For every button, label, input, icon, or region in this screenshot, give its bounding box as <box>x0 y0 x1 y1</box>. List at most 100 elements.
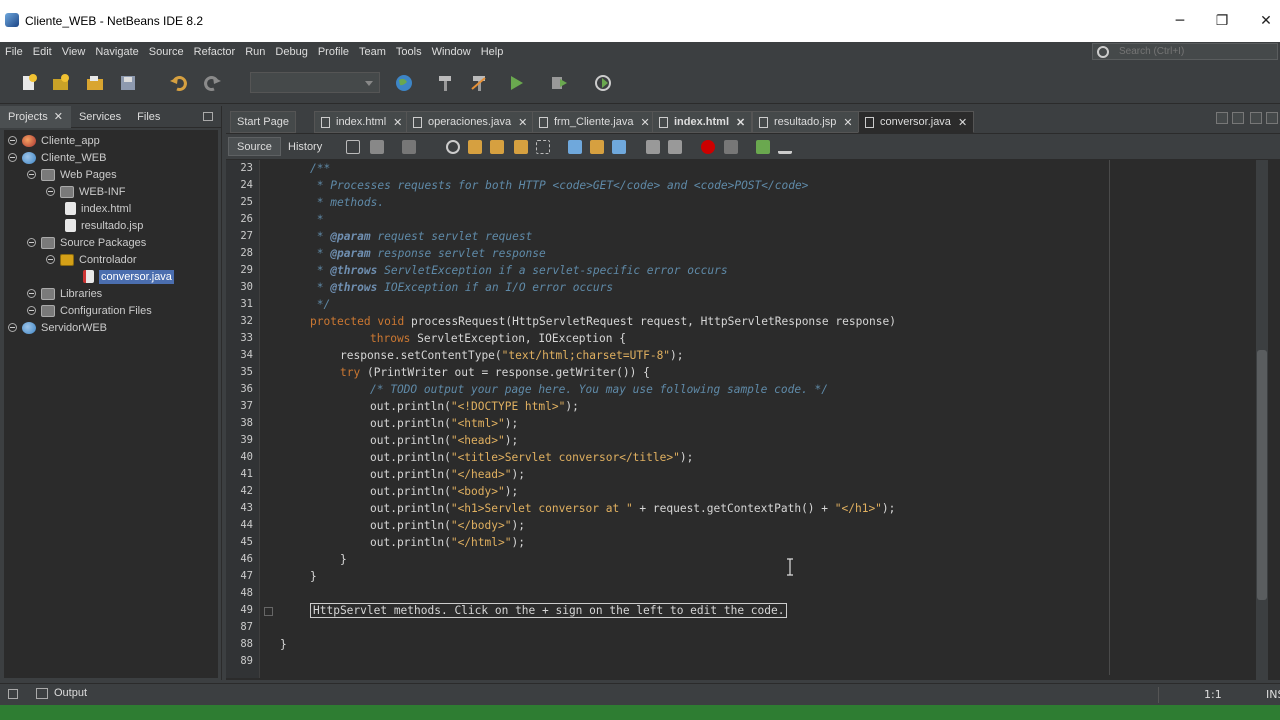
expand-toggle-icon[interactable] <box>8 153 17 162</box>
save-all-icon[interactable] <box>117 72 139 94</box>
close-tab-icon[interactable]: ✕ <box>518 116 527 129</box>
find-next-icon[interactable] <box>490 140 504 154</box>
new-file-icon[interactable] <box>18 72 40 94</box>
expand-toggle-icon[interactable] <box>27 238 36 247</box>
toggle-bookmark-icon[interactable] <box>612 140 626 154</box>
tab-index-html[interactable]: index.html ✕ <box>314 111 410 133</box>
tree-node[interactable]: Source Packages <box>27 234 146 251</box>
find-icon[interactable] <box>446 140 460 154</box>
find-previous-icon[interactable] <box>468 140 482 154</box>
redo-icon[interactable] <box>201 72 223 94</box>
minimize-panel-icon[interactable] <box>203 112 213 121</box>
shift-right-icon[interactable] <box>668 140 682 154</box>
tab-frm-cliente-java[interactable]: frm_Cliente.java ✕ <box>532 111 657 133</box>
configuration-dropdown[interactable] <box>250 72 380 93</box>
close-tab-icon[interactable]: ✕ <box>958 116 967 129</box>
scroll-thumb[interactable] <box>1257 350 1267 600</box>
collapsed-fold-box[interactable]: HttpServlet methods. Click on the + sign… <box>310 603 788 618</box>
tree-node[interactable]: Libraries <box>27 285 102 302</box>
code-token: "<html>" <box>450 417 505 430</box>
source-view-button[interactable]: Source <box>228 137 281 156</box>
previous-bookmark-icon[interactable] <box>568 140 582 154</box>
tree-node[interactable]: Controlador <box>46 251 136 268</box>
tab-projects[interactable]: Projects ✕ <box>0 105 71 128</box>
menu-window[interactable]: Window <box>427 46 476 58</box>
tree-node[interactable]: ServidorWEB <box>8 319 107 336</box>
back-icon[interactable] <box>370 140 384 154</box>
build-hammer-icon[interactable] <box>434 72 456 94</box>
clean-build-icon[interactable] <box>468 72 490 94</box>
expand-toggle-icon[interactable] <box>8 136 17 145</box>
menu-tools[interactable]: Tools <box>391 46 427 58</box>
tree-node[interactable]: Configuration Files <box>27 302 152 319</box>
stop-macro-icon[interactable] <box>724 140 738 154</box>
shift-left-icon[interactable] <box>646 140 660 154</box>
menu-debug[interactable]: Debug <box>270 46 312 58</box>
browser-globe-icon[interactable] <box>393 72 415 94</box>
expand-toggle-icon[interactable] <box>46 187 55 196</box>
expand-toggle-icon[interactable] <box>8 323 17 332</box>
code-area[interactable]: /** * Processes requests for both HTTP <… <box>278 160 1258 678</box>
expand-toggle-icon[interactable] <box>46 255 55 264</box>
close-projects-tab-icon[interactable]: ✕ <box>54 110 63 123</box>
expand-toggle-icon[interactable] <box>27 170 36 179</box>
menu-navigate[interactable]: Navigate <box>90 46 143 58</box>
tab-index-html-2[interactable]: index.html ✕ <box>652 111 753 133</box>
minimize-button[interactable]: ─ <box>1158 0 1202 42</box>
tab-services[interactable]: Services <box>71 106 129 128</box>
tree-node[interactable]: Web Pages <box>27 166 117 183</box>
vertical-scrollbar[interactable] <box>1256 160 1268 680</box>
debug-project-icon[interactable] <box>548 72 570 94</box>
start-macro-icon[interactable] <box>701 140 715 154</box>
close-tab-icon[interactable]: ✕ <box>736 116 745 129</box>
tree-node[interactable]: index.html <box>65 200 131 217</box>
comment-icon[interactable] <box>756 140 770 154</box>
tab-resultado-jsp[interactable]: resultado.jsp ✕ <box>752 111 860 133</box>
profile-project-icon[interactable] <box>592 72 614 94</box>
search-input[interactable] <box>1119 46 1269 57</box>
last-edit-icon[interactable] <box>346 140 360 154</box>
tab-conversor-java[interactable]: conversor.java ✕ <box>858 111 975 133</box>
menu-team[interactable]: Team <box>354 46 391 58</box>
tree-node[interactable]: Cliente_WEB <box>8 149 106 166</box>
menu-source[interactable]: Source <box>144 46 189 58</box>
menu-profile[interactable]: Profile <box>313 46 354 58</box>
expand-fold-icon[interactable] <box>264 607 273 616</box>
tree-node[interactable]: Cliente_app <box>8 132 100 149</box>
tab-start-page[interactable]: Start Page <box>230 111 296 133</box>
undo-icon[interactable] <box>168 72 190 94</box>
output-tab[interactable]: Output <box>36 687 87 699</box>
menu-help[interactable]: Help <box>476 46 509 58</box>
toggle-highlight-icon[interactable] <box>514 140 528 154</box>
maximize-editor-icon[interactable] <box>1266 112 1278 124</box>
close-window-button[interactable]: ✕ <box>1244 0 1280 42</box>
tree-node[interactable]: WEB-INF <box>46 183 125 200</box>
new-project-icon[interactable] <box>50 72 72 94</box>
menu-file[interactable]: File <box>0 46 28 58</box>
open-project-icon[interactable] <box>84 72 106 94</box>
history-view-button[interactable]: History <box>280 137 330 156</box>
menu-run[interactable]: Run <box>240 46 270 58</box>
restore-window-group-icon[interactable] <box>8 689 18 699</box>
expand-toggle-icon[interactable] <box>27 306 36 315</box>
rect-select-icon[interactable] <box>536 140 550 154</box>
tab-files[interactable]: Files <box>129 106 168 128</box>
tree-node[interactable]: resultado.jsp <box>65 217 143 234</box>
scroll-tabs-right-icon[interactable] <box>1232 112 1244 124</box>
close-tab-icon[interactable]: ✕ <box>393 116 402 129</box>
close-tab-icon[interactable]: ✕ <box>843 116 852 129</box>
tab-list-dropdown-icon[interactable] <box>1250 112 1262 124</box>
restore-button[interactable]: ❐ <box>1200 0 1244 42</box>
tab-operaciones-java[interactable]: operaciones.java ✕ <box>406 111 535 133</box>
scroll-tabs-left-icon[interactable] <box>1216 112 1228 124</box>
next-bookmark-icon[interactable] <box>590 140 604 154</box>
uncomment-icon[interactable] <box>778 140 792 154</box>
tree-node-selected[interactable]: conversor.java <box>83 268 174 285</box>
menu-edit[interactable]: Edit <box>28 46 57 58</box>
close-tab-icon[interactable]: ✕ <box>640 116 649 129</box>
menu-view[interactable]: View <box>57 46 91 58</box>
forward-icon[interactable] <box>402 140 416 154</box>
menu-refactor[interactable]: Refactor <box>189 46 241 58</box>
run-project-icon[interactable] <box>505 72 527 94</box>
expand-toggle-icon[interactable] <box>27 289 36 298</box>
